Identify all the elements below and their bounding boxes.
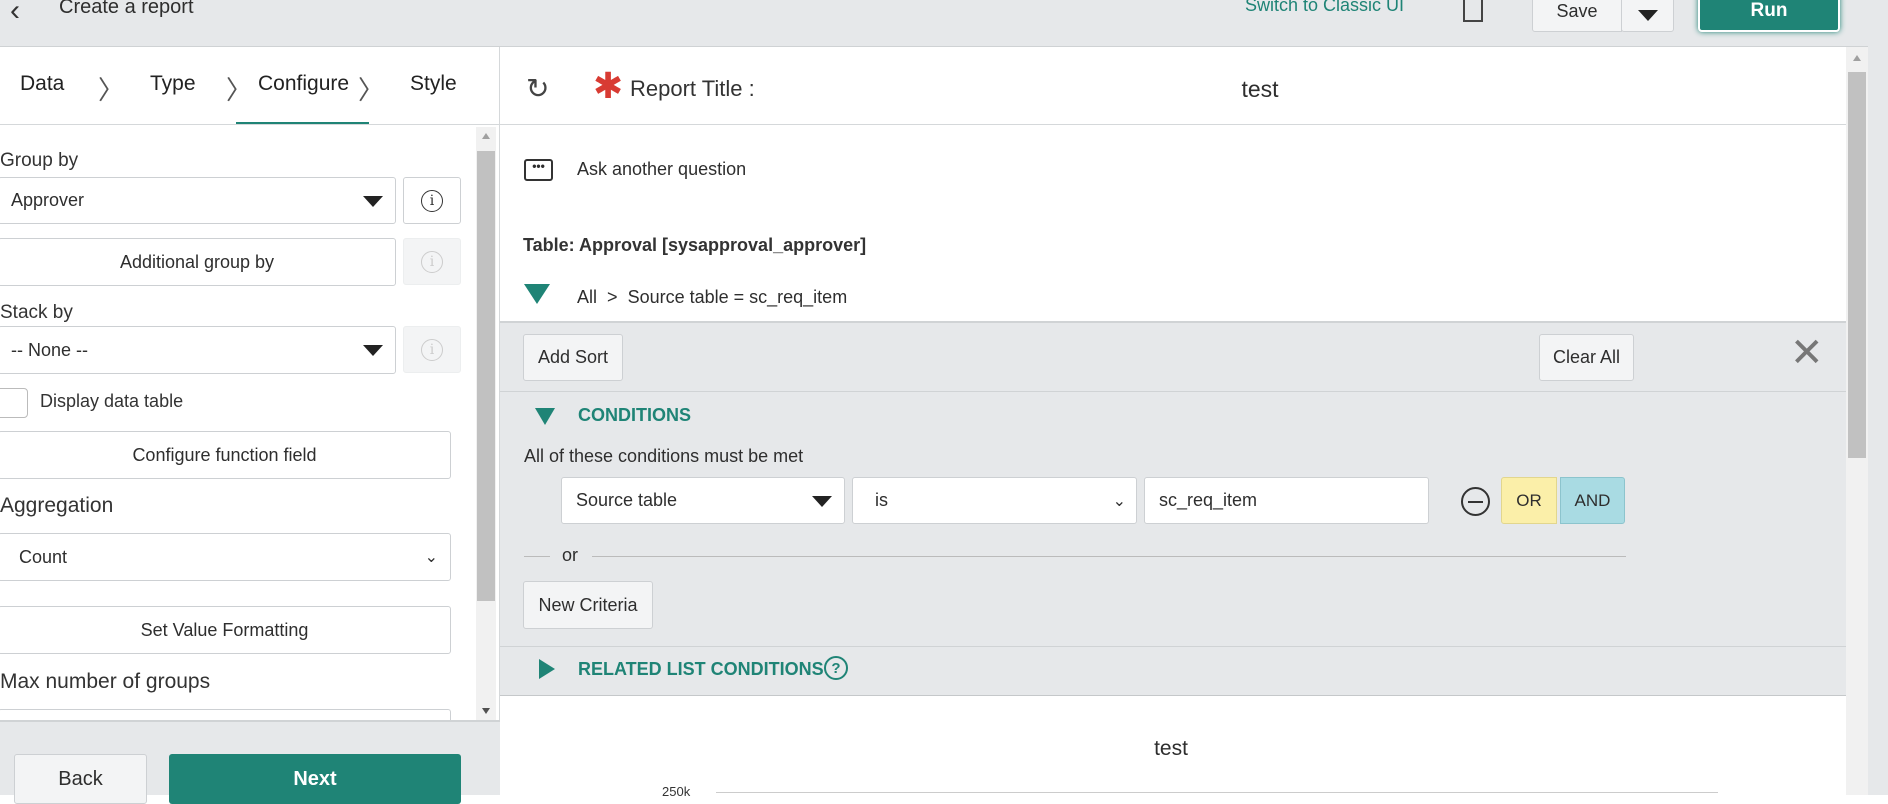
stack-by-label: Stack by xyxy=(0,302,73,323)
chart-title: test xyxy=(1154,737,1188,760)
required-asterisk-icon: ✱ xyxy=(593,65,624,106)
condition-field-select[interactable]: Source table xyxy=(561,477,845,524)
active-step-underline xyxy=(236,122,369,124)
breadcrumb-separator: > xyxy=(607,287,618,307)
info-icon: i xyxy=(421,338,443,361)
group-by-value: Approver xyxy=(11,190,85,210)
max-groups-label: Max number of groups xyxy=(0,670,211,693)
share-icon[interactable] xyxy=(1463,0,1483,22)
step-configure[interactable]: Configure xyxy=(258,72,349,96)
clear-all-button[interactable]: Clear All xyxy=(1539,334,1634,381)
display-data-table-checkbox[interactable] xyxy=(0,388,28,418)
related-list-conditions-heading[interactable]: RELATED LIST CONDITIONS xyxy=(578,659,824,680)
breadcrumb-all[interactable]: All xyxy=(577,287,597,307)
add-sort-button[interactable]: Add Sort xyxy=(523,334,623,381)
step-style[interactable]: Style xyxy=(410,72,457,96)
additional-group-by-button[interactable]: Additional group by xyxy=(0,238,396,286)
save-dropdown-button[interactable] xyxy=(1621,0,1674,32)
condition-field-value: Source table xyxy=(576,490,678,510)
filter-icon[interactable] xyxy=(524,284,550,304)
switch-classic-link[interactable]: Switch to Classic UI xyxy=(1245,0,1404,16)
condition-value-input[interactable]: sc_req_item xyxy=(1144,477,1429,524)
save-button[interactable]: Save xyxy=(1532,0,1622,32)
stack-by-value: -- None -- xyxy=(11,339,89,360)
back-arrow-icon[interactable]: ‹ xyxy=(10,0,20,28)
page-title: Create a report xyxy=(59,0,194,18)
aggregation-label: Aggregation xyxy=(0,494,114,517)
chat-icon: ••• xyxy=(524,159,553,181)
aggregation-select[interactable]: Count ⌄ xyxy=(0,533,451,581)
additional-group-info-button: i xyxy=(403,238,461,285)
ask-another-question-link[interactable]: Ask another question xyxy=(577,159,746,180)
condition-operator-value: is xyxy=(875,490,888,510)
group-by-label: Group by xyxy=(0,150,79,171)
new-criteria-button[interactable]: New Criteria xyxy=(523,581,653,629)
refresh-icon[interactable]: ↻ xyxy=(526,72,549,105)
chevron-down-icon: ⌄ xyxy=(424,549,438,566)
report-title-label: Report Title : xyxy=(630,76,755,101)
back-button[interactable]: Back xyxy=(14,754,147,804)
remove-condition-icon[interactable] xyxy=(1461,487,1490,516)
breadcrumb-condition[interactable]: Source table = sc_req_item xyxy=(628,287,848,307)
info-icon: i xyxy=(421,189,443,212)
step-type[interactable]: Type xyxy=(150,72,196,96)
display-data-table-label: Display data table xyxy=(40,391,184,411)
step-data[interactable]: Data xyxy=(20,72,64,96)
or-button[interactable]: OR xyxy=(1501,477,1557,524)
chevron-right-icon: 〉 xyxy=(358,75,385,105)
close-icon[interactable]: ✕ xyxy=(1790,330,1824,376)
chevron-right-icon: 〉 xyxy=(226,75,253,105)
aggregation-value: Count xyxy=(19,546,68,567)
collapse-triangle-icon[interactable] xyxy=(535,408,555,425)
stack-by-info-button: i xyxy=(403,326,461,373)
chevron-down-icon: ⌄ xyxy=(1112,492,1126,510)
group-by-info-button[interactable]: i xyxy=(403,177,461,224)
info-icon: i xyxy=(421,250,443,273)
group-by-select[interactable]: Approver xyxy=(0,177,396,224)
filter-breadcrumb: All > Source table = sc_req_item xyxy=(577,287,847,308)
right-scrollbar[interactable] xyxy=(1846,47,1868,795)
y-axis-tick: 250k xyxy=(662,784,691,799)
run-button[interactable]: Run xyxy=(1698,0,1840,32)
stack-by-select[interactable]: -- None -- xyxy=(0,326,396,374)
or-divider-label: or xyxy=(562,545,579,565)
help-icon[interactable]: ? xyxy=(824,656,848,680)
left-scrollbar[interactable] xyxy=(476,127,496,720)
next-button[interactable]: Next xyxy=(169,754,461,804)
set-value-formatting-button[interactable]: Set Value Formatting xyxy=(0,606,451,654)
configure-function-field-button[interactable]: Configure function field xyxy=(0,431,451,479)
table-name: Table: Approval [sysapproval_approver] xyxy=(523,235,867,255)
gridline xyxy=(716,792,1718,793)
expand-triangle-icon[interactable] xyxy=(539,659,555,679)
conditions-heading[interactable]: CONDITIONS xyxy=(578,405,691,426)
chevron-right-icon: 〉 xyxy=(98,75,125,105)
condition-operator-select[interactable]: is ⌄ xyxy=(852,477,1137,524)
conditions-description: All of these conditions must be met xyxy=(524,446,804,466)
report-title-input[interactable]: test xyxy=(1000,76,1520,103)
and-button[interactable]: AND xyxy=(1560,477,1625,524)
